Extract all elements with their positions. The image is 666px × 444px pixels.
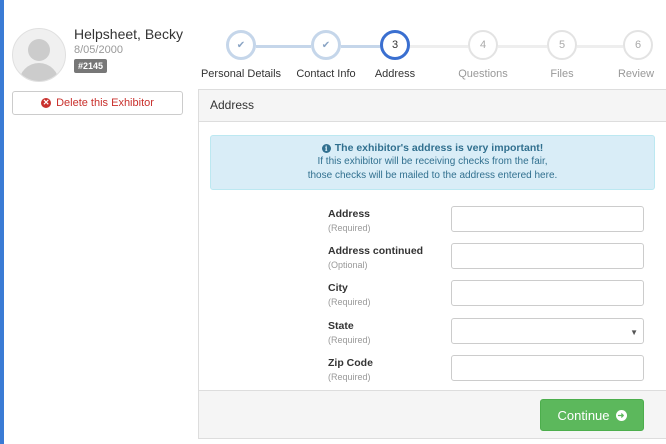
step-2-label: Contact Info xyxy=(296,68,356,80)
step-1-circle[interactable]: ✔ xyxy=(226,30,256,60)
panel-footer: Continue ➜ xyxy=(199,390,666,438)
stepper-connector xyxy=(410,45,468,48)
check-icon: ✔ xyxy=(236,39,246,51)
step-number: 3 xyxy=(391,39,399,51)
alert-title: The exhibitor's address is very importan… xyxy=(334,142,544,154)
city-note: (Required) xyxy=(328,297,371,307)
state-label: State xyxy=(328,320,354,332)
address-label: Address xyxy=(328,208,371,220)
form-row-address-continued: Address continued (Optional) xyxy=(199,243,666,277)
alert-line-1: If this exhibitor will be receiving chec… xyxy=(317,156,548,167)
form-row-address: Address (Required) xyxy=(199,206,666,240)
step-number: 5 xyxy=(558,39,566,51)
city-input[interactable] xyxy=(451,280,644,306)
stepper-connector xyxy=(577,45,623,48)
exhibitor-id-badge: #2145 xyxy=(74,59,108,73)
caret-down-icon: ▼ xyxy=(630,328,638,337)
continue-button[interactable]: Continue ➜ xyxy=(540,399,644,431)
zip-input[interactable] xyxy=(451,355,644,381)
zip-note: (Required) xyxy=(328,372,371,382)
address-input[interactable] xyxy=(451,206,644,232)
address-note: (Required) xyxy=(328,223,371,233)
window-frame-edge xyxy=(0,0,4,444)
form-row-city: City (Required) xyxy=(199,280,666,314)
continue-label: Continue xyxy=(557,407,610,423)
step-3-label: Address xyxy=(374,68,416,80)
step-5-circle[interactable]: 5 xyxy=(547,30,577,60)
step-4-circle[interactable]: 4 xyxy=(468,30,498,60)
remove-circle-icon: ✕ xyxy=(41,98,52,108)
step-number: 4 xyxy=(479,39,487,51)
address-panel: Address i The exhibitor's address is ver… xyxy=(198,89,666,439)
exhibitor-profile: Helpsheet, Becky 8/05/2000 #2145 xyxy=(12,24,187,84)
step-3-circle[interactable]: 3 xyxy=(380,30,410,60)
stepper-connector xyxy=(256,45,311,48)
avatar xyxy=(12,28,66,82)
avatar-body xyxy=(19,63,59,81)
address-continued-note: (Optional) xyxy=(328,260,368,270)
wizard-stepper: ✔ Personal Details ✔ Contact Info 3 Address 4 Q… xyxy=(198,28,666,84)
step-4-label: Questions xyxy=(458,68,508,80)
step-1-label: Personal Details xyxy=(200,68,282,80)
delete-exhibitor-button[interactable]: ✕ Delete this Exhibitor xyxy=(12,91,183,115)
step-6-label: Review xyxy=(617,68,655,80)
delete-exhibitor-label: Delete this Exhibitor xyxy=(56,97,154,109)
avatar-head xyxy=(28,39,50,61)
state-note: (Required) xyxy=(328,335,371,345)
form-row-state: State (Required) ▼ xyxy=(199,318,666,352)
address-continued-label: Address continued xyxy=(328,245,424,257)
step-2-circle[interactable]: ✔ xyxy=(311,30,341,60)
info-alert: i The exhibitor's address is very import… xyxy=(210,135,655,190)
form-row-zip: Zip Code (Required) xyxy=(199,355,666,389)
step-number: 6 xyxy=(634,39,642,51)
exhibitor-dob: 8/05/2000 xyxy=(74,44,123,56)
city-label: City xyxy=(328,282,348,294)
check-icon: ✔ xyxy=(321,39,331,51)
step-6-circle[interactable]: 6 xyxy=(623,30,653,60)
alert-line-2: those checks will be mailed to the addre… xyxy=(307,170,558,181)
stepper-connector xyxy=(498,45,547,48)
panel-title: Address xyxy=(199,90,666,122)
exhibitor-name: Helpsheet, Becky xyxy=(74,26,183,42)
address-continued-input[interactable] xyxy=(451,243,644,269)
step-5-label: Files xyxy=(550,68,574,80)
stepper-connector xyxy=(341,45,380,48)
info-icon: i xyxy=(321,143,331,153)
zip-label: Zip Code xyxy=(328,357,373,369)
arrow-right-circle-icon: ➜ xyxy=(615,409,627,421)
state-select[interactable]: ▼ xyxy=(451,318,644,344)
